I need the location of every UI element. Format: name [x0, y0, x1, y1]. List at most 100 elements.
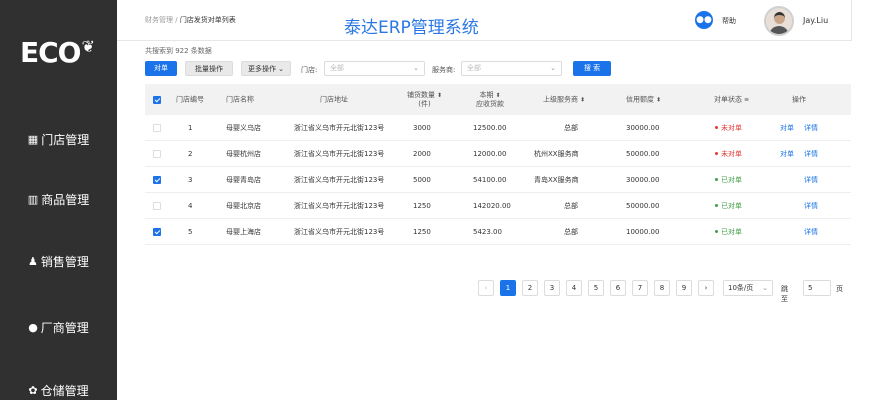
col-credit[interactable]: 信用额度 ⬍ — [626, 95, 661, 104]
details-link[interactable]: 详情 — [804, 175, 818, 185]
row-provider: 总部 — [564, 227, 578, 236]
provider-filter-label: 服务商: — [432, 66, 456, 74]
sort-icon[interactable]: ⬍ — [495, 92, 500, 99]
status-dot-icon — [715, 126, 718, 129]
details-link[interactable]: 详情 — [804, 227, 818, 237]
col-status[interactable]: 对单状态 ≡ — [714, 95, 749, 104]
page-5[interactable]: 5 — [588, 280, 604, 296]
next-page-button[interactable]: › — [698, 280, 714, 296]
row-address: 浙江省义乌市开元北街123号 — [294, 201, 385, 210]
top-bar: 财务管理 / 门店发货对单列表 泰达ERP管理系统 ●● 帮助 Jay.Liu — [117, 0, 852, 41]
sidebar-item-stores[interactable]: ▦ 门店管理 — [0, 130, 117, 148]
avatar[interactable] — [764, 6, 794, 36]
sidebar-item-warehouse[interactable]: ✿ 仓储管理 — [0, 381, 117, 399]
row-store-no: 2 — [188, 149, 193, 158]
reconcile-link[interactable]: 对单 — [780, 149, 794, 159]
provider-filter-select[interactable]: 全部 ⌄ — [461, 61, 562, 76]
prev-page-button[interactable]: ‹ — [478, 280, 494, 296]
row-provider: 总部 — [564, 123, 578, 132]
col-receivable[interactable]: 本期 ⬍ 应收货款 — [476, 91, 504, 109]
row-store-name: 母婴义乌店 — [226, 123, 261, 132]
col-qty[interactable]: 铺货数量 ⬍ (件) — [407, 91, 442, 109]
row-checkbox[interactable] — [153, 227, 161, 236]
row-checkbox[interactable] — [153, 123, 161, 132]
row-store-name: 母婴上海店 — [226, 227, 261, 236]
store-filter-select[interactable]: 全部 ⌄ — [324, 61, 425, 76]
filter-icon[interactable]: ≡ — [744, 96, 749, 103]
sidebar-item-sales[interactable]: ♟ 销售管理 — [0, 252, 117, 270]
details-link[interactable]: 详情 — [804, 201, 818, 211]
row-checkbox[interactable] — [153, 201, 161, 210]
col-operations: 操作 — [792, 95, 806, 103]
col-provider[interactable]: 上级服务商 ⬍ — [543, 95, 585, 104]
chat-icon: ● — [28, 320, 38, 334]
page-2[interactable]: 2 — [522, 280, 538, 296]
row-store-no: 4 — [188, 201, 193, 210]
sidebar-item-vendors[interactable]: ● 厂商管理 — [0, 318, 117, 336]
search-button[interactable]: 搜 索 — [573, 61, 611, 76]
breadcrumb: 财务管理 / 门店发货对单列表 — [145, 15, 236, 25]
sort-icon[interactable]: ⬍ — [656, 96, 661, 103]
row-address: 浙江省义乌市开元北街123号 — [294, 175, 385, 184]
sidebar-item-products[interactable]: ▥ 商品管理 — [0, 190, 117, 208]
row-store-no: 3 — [188, 175, 193, 184]
table-row: 1 母婴义乌店 浙江省义乌市开元北街123号 3000 12500.00 总部 30000.… — [145, 115, 851, 141]
page-9[interactable]: 9 — [676, 280, 692, 296]
breadcrumb-separator: / — [173, 16, 180, 24]
sidebar-item-label: 商品管理 — [41, 192, 90, 207]
status-badge: 已对单 — [715, 175, 742, 185]
row-checkbox[interactable] — [153, 175, 161, 184]
page-8[interactable]: 8 — [654, 280, 670, 296]
app-title: 泰达ERP管理系统 — [344, 18, 479, 38]
row-receivable: 12000.00 — [473, 149, 507, 158]
table-row: 3 母婴青岛店 浙江省义乌市开元北街123号 5000 54100.00 青岛XX服务商 3… — [145, 167, 851, 193]
sidebar: ECO❦ ▦ 门店管理 ▥ 商品管理 ♟ 销售管理 ● 厂商管理 ✿ 仓储管理 — [0, 0, 117, 400]
help-label[interactable]: 帮助 — [722, 16, 736, 26]
page-3[interactable]: 3 — [544, 280, 560, 296]
details-link[interactable]: 详情 — [804, 149, 818, 159]
more-operations-dropdown[interactable]: 更多操作 ⌄ — [241, 61, 291, 76]
row-checkbox[interactable] — [153, 149, 161, 158]
status-text: 已对单 — [721, 175, 742, 184]
page-6[interactable]: 6 — [610, 280, 626, 296]
page-size-select[interactable]: 10条/页 ⌄ — [723, 280, 773, 296]
row-store-name: 母婴北京店 — [226, 201, 261, 210]
user-icon: ♟ — [28, 254, 38, 268]
details-link[interactable]: 详情 — [804, 123, 818, 133]
chevron-down-icon: ⌄ — [550, 64, 556, 72]
select-all-checkbox[interactable] — [153, 95, 161, 104]
sidebar-item-label: 门店管理 — [41, 132, 90, 147]
row-provider: 青岛XX服务商 — [534, 175, 579, 184]
sidebar-item-label: 销售管理 — [40, 254, 89, 269]
status-dot-icon — [715, 204, 718, 207]
row-credit: 50000.00 — [626, 201, 660, 210]
reconcile-link[interactable]: 对单 — [780, 123, 794, 133]
row-qty: 1250 — [413, 227, 431, 236]
store-filter-value: 全部 — [330, 64, 344, 72]
reconcile-button[interactable]: 对单 — [145, 61, 177, 76]
jump-input[interactable]: 5 — [803, 280, 831, 296]
status-badge: 未对单 — [715, 123, 742, 133]
table-row: 2 母婴杭州店 浙江省义乌市开元北街123号 2000 12000.00 杭州XX服务商 5… — [145, 141, 851, 167]
col-store-name: 门店名称 — [226, 95, 254, 103]
row-address: 浙江省义乌市开元北街123号 — [294, 149, 385, 158]
breadcrumb-parent[interactable]: 财务管理 — [145, 16, 173, 24]
row-credit: 50000.00 — [626, 149, 660, 158]
page-unit-label: 页 — [836, 285, 843, 293]
help-icon[interactable]: ●● — [695, 11, 713, 29]
page-4[interactable]: 4 — [566, 280, 582, 296]
username[interactable]: Jay.Liu — [803, 16, 828, 25]
sort-icon[interactable]: ⬍ — [580, 96, 585, 103]
sidebar-item-label: 仓储管理 — [40, 383, 89, 398]
sort-icon[interactable]: ⬍ — [437, 92, 442, 99]
batch-operation-button[interactable]: 批量操作 — [185, 61, 233, 76]
row-address: 浙江省义乌市开元北街123号 — [294, 227, 385, 236]
breadcrumb-current: 门店发货对单列表 — [179, 16, 236, 24]
row-store-name: 母婴杭州店 — [226, 149, 261, 158]
page-7[interactable]: 7 — [632, 280, 648, 296]
row-credit: 30000.00 — [626, 175, 660, 184]
row-qty: 5000 — [413, 175, 431, 184]
status-text: 已对单 — [721, 201, 742, 210]
table-body: 1 母婴义乌店 浙江省义乌市开元北街123号 3000 12500.00 总部 30000.… — [145, 115, 851, 245]
page-1[interactable]: 1 — [500, 280, 516, 296]
